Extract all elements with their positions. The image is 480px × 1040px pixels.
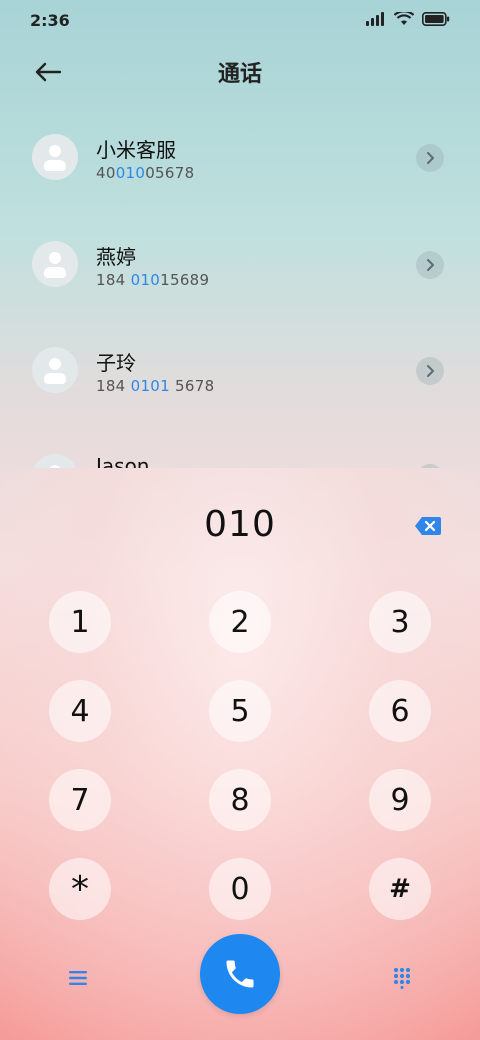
contact-detail-button[interactable] <box>416 357 444 385</box>
contact-number: 184 0101 5678 <box>96 377 215 395</box>
key-7[interactable]: 7 <box>49 769 111 831</box>
key-5[interactable]: 5 <box>209 680 271 742</box>
key-star[interactable]: * <box>49 858 111 920</box>
chevron-right-icon <box>427 365 434 377</box>
contact-name: 燕婷 <box>96 245 136 269</box>
contact-number: 4001005678 <box>96 164 195 182</box>
contact-detail-button[interactable] <box>416 251 444 279</box>
key-hash[interactable]: # <box>369 858 431 920</box>
status-time: 2:36 <box>30 11 70 30</box>
header: 通话 <box>0 48 480 96</box>
avatar <box>32 454 78 468</box>
contact-row[interactable]: 小米客服 4001005678 <box>0 120 480 196</box>
status-bar: 2:36 <box>0 0 480 40</box>
key-0[interactable]: 0 <box>209 858 271 920</box>
wifi-icon <box>394 12 414 25</box>
chevron-right-icon <box>427 259 434 271</box>
backspace-button[interactable] <box>414 516 442 536</box>
key-6[interactable]: 6 <box>369 680 431 742</box>
page-title: 通话 <box>217 62 262 87</box>
dialpad-icon <box>393 967 411 989</box>
key-1[interactable]: 1 <box>49 591 111 653</box>
key-9[interactable]: 9 <box>369 769 431 831</box>
menu-icon <box>69 971 87 985</box>
menu-button[interactable] <box>62 962 94 994</box>
key-2[interactable]: 2 <box>209 591 271 653</box>
contact-name: Jason <box>96 454 150 468</box>
phone-icon <box>226 960 254 988</box>
key-4[interactable]: 4 <box>49 680 111 742</box>
status-icons <box>366 12 450 26</box>
battery-icon <box>422 12 450 26</box>
backspace-icon <box>415 517 441 535</box>
contact-number: 184 01015689 <box>96 271 210 289</box>
dialed-number: 010 <box>204 504 276 545</box>
bottom-action-bar <box>0 934 480 1018</box>
key-8[interactable]: 8 <box>209 769 271 831</box>
contact-name: 子玲 <box>96 351 136 375</box>
contact-row[interactable]: 子玲 184 0101 5678 <box>0 333 480 409</box>
key-3[interactable]: 3 <box>369 591 431 653</box>
contact-row[interactable]: Jason <box>0 440 480 468</box>
avatar <box>32 347 78 393</box>
keypad-toggle-button[interactable] <box>386 962 418 994</box>
signal-icon <box>366 12 384 26</box>
contact-name: 小米客服 <box>96 138 176 162</box>
avatar <box>32 134 78 180</box>
call-button[interactable] <box>200 934 280 1014</box>
avatar <box>32 241 78 287</box>
contact-row[interactable]: 燕婷 184 01015689 <box>0 227 480 303</box>
contact-results: 小米客服 4001005678 燕婷 184 01015689 子玲 184 0… <box>0 120 480 468</box>
contact-detail-button[interactable] <box>416 144 444 172</box>
chevron-right-icon <box>427 152 434 164</box>
